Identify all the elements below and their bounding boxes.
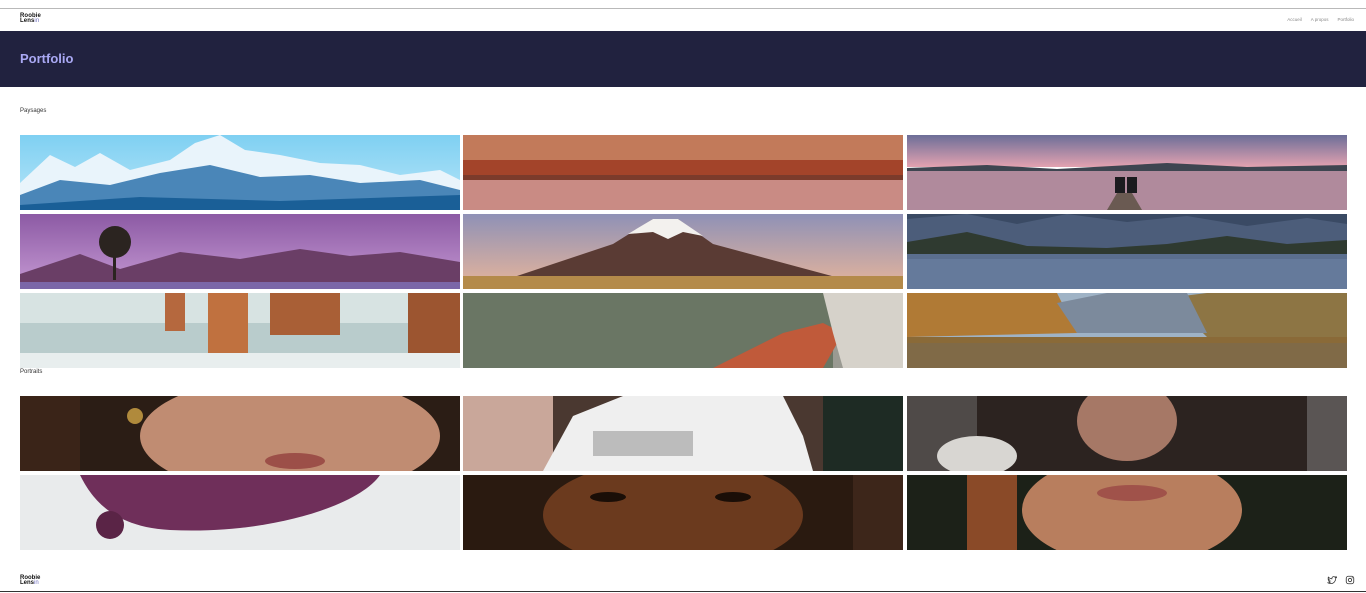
- photo-geothermal-pool[interactable]: [463, 293, 903, 368]
- footer-logo[interactable]: Roobie Lensin: [20, 575, 40, 586]
- photo-sea-stacks[interactable]: [20, 293, 460, 368]
- instagram-icon[interactable]: [1345, 575, 1355, 585]
- page-title: Portfolio: [20, 51, 74, 66]
- photo-portrait-purple-hair[interactable]: [20, 475, 460, 550]
- main-nav: Accueil A propos Portfolio: [1287, 17, 1354, 22]
- logo[interactable]: Roobie Lensin: [20, 13, 41, 24]
- footer-logo-accent: in: [34, 580, 39, 586]
- nav-accueil[interactable]: Accueil: [1287, 17, 1302, 22]
- photo-couple-jetty[interactable]: [907, 135, 1347, 210]
- photo-portrait-auburn[interactable]: [907, 475, 1347, 550]
- section-title-paysages: Paysages: [20, 108, 47, 114]
- nav-portfolio[interactable]: Portfolio: [1337, 17, 1354, 22]
- twitter-icon[interactable]: [1327, 575, 1337, 585]
- photo-portrait-hat[interactable]: [907, 396, 1347, 471]
- logo-line2: Lens: [20, 18, 35, 24]
- logo-accent: in: [34, 18, 40, 24]
- photo-fjord[interactable]: [907, 214, 1347, 289]
- photo-salt-lake[interactable]: [463, 135, 903, 210]
- bottom-divider: [0, 591, 1366, 592]
- section-title-portraits: Portraits: [20, 369, 43, 375]
- photo-alpine-lake[interactable]: [907, 293, 1347, 368]
- photo-mountain-range[interactable]: [20, 135, 460, 210]
- photo-portrait-earring[interactable]: [20, 396, 460, 471]
- photo-volcano[interactable]: [463, 214, 903, 289]
- photo-portrait-dark-eyes[interactable]: [463, 475, 903, 550]
- footer-logo-line2: Lens: [20, 580, 35, 586]
- nav-a-propos[interactable]: A propos: [1311, 17, 1329, 22]
- photo-portrait-tshirt[interactable]: [463, 396, 903, 471]
- page-banner: Portfolio: [0, 31, 1366, 87]
- photo-lone-tree[interactable]: [20, 214, 460, 289]
- site-header: Roobie Lensin Accueil A propos Portfolio: [0, 9, 1366, 31]
